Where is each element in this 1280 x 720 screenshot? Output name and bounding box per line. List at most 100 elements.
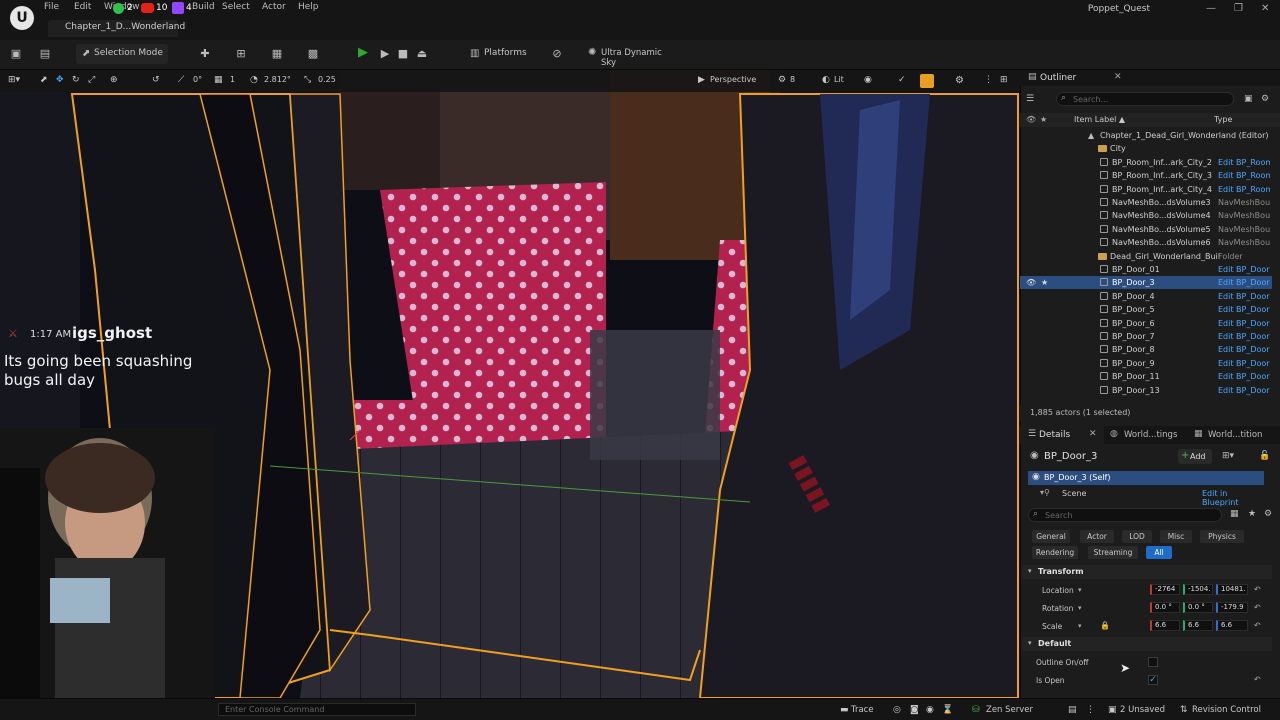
scale-tool-icon[interactable]: ⤢ xyxy=(88,75,95,85)
reset-rotation-icon[interactable]: ↶ xyxy=(1254,603,1261,612)
outliner-folder-row[interactable]: Dead_Girl_Wonderland_Buil Folder xyxy=(1020,250,1272,263)
category-actor[interactable]: Actor xyxy=(1080,530,1114,543)
edit-blueprint-link[interactable]: Edit BP_Door xyxy=(1218,290,1270,303)
record-icon[interactable]: ◎ xyxy=(893,705,901,715)
menu-file[interactable]: File xyxy=(44,2,59,12)
camera-speed-icon[interactable]: ⚙ xyxy=(778,75,786,85)
edit-blueprint-link[interactable]: Edit BP_Door xyxy=(1218,370,1270,383)
add-component-button[interactable]: + Add xyxy=(1178,449,1212,464)
menu-actor[interactable]: Actor xyxy=(262,2,286,12)
cinematics-icon[interactable]: ▦ xyxy=(270,47,284,61)
grid-snap-icon[interactable]: ▦ xyxy=(214,75,223,85)
rotation-x-field[interactable]: 0.0 ° xyxy=(1150,602,1180,613)
eject-icon[interactable]: ⏏ xyxy=(415,47,429,61)
outliner-actor-row[interactable]: BP_Door_01 Edit BP_Door xyxy=(1020,263,1272,276)
grid-value[interactable]: 1 xyxy=(230,75,235,84)
details-tab[interactable]: ☰ Details ✕ xyxy=(1020,426,1104,444)
filter-icon[interactable]: ☰ xyxy=(1026,94,1040,104)
edit-blueprint-link[interactable]: Edit BP_Door xyxy=(1218,317,1270,330)
world-local-icon[interactable]: ⊕ xyxy=(110,75,118,85)
category-rendering[interactable]: Rendering xyxy=(1032,546,1078,559)
outliner-close-icon[interactable]: ✕ xyxy=(1114,72,1122,82)
layout-icon[interactable]: ⊞ xyxy=(1000,75,1008,85)
edit-blueprint-link[interactable]: Edit BP_Door xyxy=(1218,276,1270,289)
revision-control-label[interactable]: Revision Control xyxy=(1192,705,1261,715)
pin-column-icon[interactable]: ★ xyxy=(1040,115,1047,124)
viewport-options-icon[interactable]: ⋮ xyxy=(984,75,993,85)
outliner-actor-row[interactable]: BP_Door_11 Edit BP_Door xyxy=(1020,370,1272,383)
location-y-field[interactable]: -1504. xyxy=(1183,584,1213,595)
outliner-actor-row[interactable]: BP_Room_Inf...ark_City_2 Edit BP_Room xyxy=(1020,156,1272,169)
rotation-z-field[interactable]: -179.9 xyxy=(1216,602,1248,613)
outliner-actor-row[interactable]: BP_Door_8 Edit BP_Door xyxy=(1020,343,1272,356)
rotation-snap-icon[interactable]: ⟋ xyxy=(178,75,184,85)
outliner-actor-row[interactable]: BP_Door_4 Edit BP_Door xyxy=(1020,290,1272,303)
rotation-snap-value[interactable]: 0° xyxy=(193,75,202,84)
save-icon[interactable]: ▣ xyxy=(9,47,23,61)
edit-blueprint-link[interactable]: Edit BP_Door xyxy=(1218,343,1270,356)
category-general[interactable]: General xyxy=(1032,530,1070,543)
rotation-y-field[interactable]: 0.0 ° xyxy=(1183,602,1213,613)
maximize-icon[interactable]: ❐ xyxy=(1234,3,1243,14)
location-label[interactable]: Location xyxy=(1042,586,1074,595)
outliner-tab-label[interactable]: Outliner xyxy=(1040,73,1076,83)
edit-blueprint-link[interactable]: Edit BP_Door xyxy=(1218,357,1270,370)
outliner-actor-row[interactable]: BP_Door_7 Edit BP_Door xyxy=(1020,330,1272,343)
viewport-menu-icon[interactable]: ⊞▾ xyxy=(8,75,20,85)
lit-dropdown[interactable]: Lit xyxy=(834,75,844,84)
transform-section-header[interactable]: ▾ Transform xyxy=(1022,565,1272,579)
rotation-label[interactable]: Rotation xyxy=(1042,604,1073,613)
selection-mode-button[interactable]: ⬈ Selection Mode xyxy=(76,44,168,64)
edit-blueprint-link[interactable]: Edit BP_Door xyxy=(1218,384,1270,397)
outliner-actor-row[interactable]: NavMeshBo...dsVolume3 NavMeshBou xyxy=(1020,196,1272,209)
viewport-settings-icon[interactable]: ⚙ xyxy=(955,75,964,86)
outliner-actor-row[interactable]: BP_Door_9 Edit BP_Door xyxy=(1020,357,1272,370)
angle-snap-value[interactable]: 2.812° xyxy=(264,75,291,84)
blueprint-options-icon[interactable]: ⊞▾ xyxy=(1222,451,1234,461)
rotate-tool-icon[interactable]: ↻ xyxy=(72,75,80,85)
world-partition-tab[interactable]: World...tition xyxy=(1208,430,1262,440)
step-icon[interactable]: ▶ xyxy=(378,47,392,61)
component-scene-row[interactable]: ▾⚲ Scene Edit in Blueprint xyxy=(1028,487,1264,507)
category-streaming[interactable]: Streaming xyxy=(1088,546,1138,559)
scale-z-field[interactable]: 6.6 xyxy=(1216,620,1248,631)
camera-capture-icon[interactable]: ◙ xyxy=(910,705,919,715)
derived-data-icon[interactable]: ⌛ xyxy=(942,705,953,715)
perspective-dropdown[interactable]: Perspective xyxy=(710,75,756,84)
location-z-field[interactable]: 10481. xyxy=(1216,584,1248,595)
location-x-field[interactable]: -2764 xyxy=(1150,584,1180,595)
outliner-actor-row[interactable]: NavMeshBo...dsVolume4 NavMeshBou xyxy=(1020,209,1272,222)
show-flags-icon[interactable]: ◉ xyxy=(864,75,872,85)
close-window-icon[interactable]: ✕ xyxy=(1261,3,1269,14)
surface-snap-icon[interactable]: ↺ xyxy=(152,75,160,85)
item-label-column[interactable]: Item Label ▲ xyxy=(1074,115,1125,124)
outliner-actor-row[interactable]: BP_Room_Inf...ark_City_4 Edit BP_Room xyxy=(1020,183,1272,196)
outliner-actor-row[interactable]: NavMeshBo...dsVolume6 NavMeshBou xyxy=(1020,236,1272,249)
visibility-eye-icon[interactable]: 👁 xyxy=(1026,276,1036,289)
category-lod[interactable]: LOD xyxy=(1122,530,1152,543)
platforms-button[interactable]: ▥ Platforms xyxy=(470,44,536,64)
reset-location-icon[interactable]: ↶ xyxy=(1254,585,1261,594)
add-folder-icon[interactable]: ▣ xyxy=(1244,94,1253,104)
details-search-input[interactable]: ⌕ Search xyxy=(1028,508,1222,522)
edit-blueprint-link[interactable]: Edit BP_Room xyxy=(1218,183,1270,196)
reset-scale-icon[interactable]: ↶ xyxy=(1254,621,1261,630)
realtime-toggle-icon[interactable] xyxy=(920,74,934,88)
outline-on-off-checkbox[interactable] xyxy=(1148,657,1158,667)
pin-star-icon[interactable]: ★ xyxy=(1041,276,1048,289)
outliner-actor-row[interactable]: BP_Room_Inf...ark_City_3 Edit BP_Room xyxy=(1020,169,1272,182)
ultra-dynamic-sky-button[interactable]: ✺ Ultra Dynamic Sky xyxy=(588,44,676,68)
level-tab[interactable]: Chapter_1_D...Wonderland xyxy=(48,20,185,37)
content-browser-icon[interactable]: ▤ xyxy=(38,47,52,61)
outliner-settings-icon[interactable]: ⚙ xyxy=(1261,94,1269,104)
edit-blueprint-link[interactable]: Edit BP_Door xyxy=(1218,330,1270,343)
outliner-actor-row-selected[interactable]: 👁 ★ BP_Door_3 Edit BP_Door xyxy=(1020,276,1272,290)
blueprint-icon[interactable]: ⊞ xyxy=(234,47,248,61)
edit-blueprint-link[interactable]: Edit BP_Door xyxy=(1218,263,1270,276)
minimize-icon[interactable]: — xyxy=(1206,3,1216,14)
add-actor-icon[interactable]: ✚ xyxy=(198,47,212,61)
details-settings-icon[interactable]: ⚙ xyxy=(1264,509,1272,519)
scale-snap-value[interactable]: 0.25 xyxy=(318,75,336,84)
category-all[interactable]: All xyxy=(1146,546,1172,559)
console-command-input[interactable]: Enter Console Command xyxy=(218,703,416,716)
